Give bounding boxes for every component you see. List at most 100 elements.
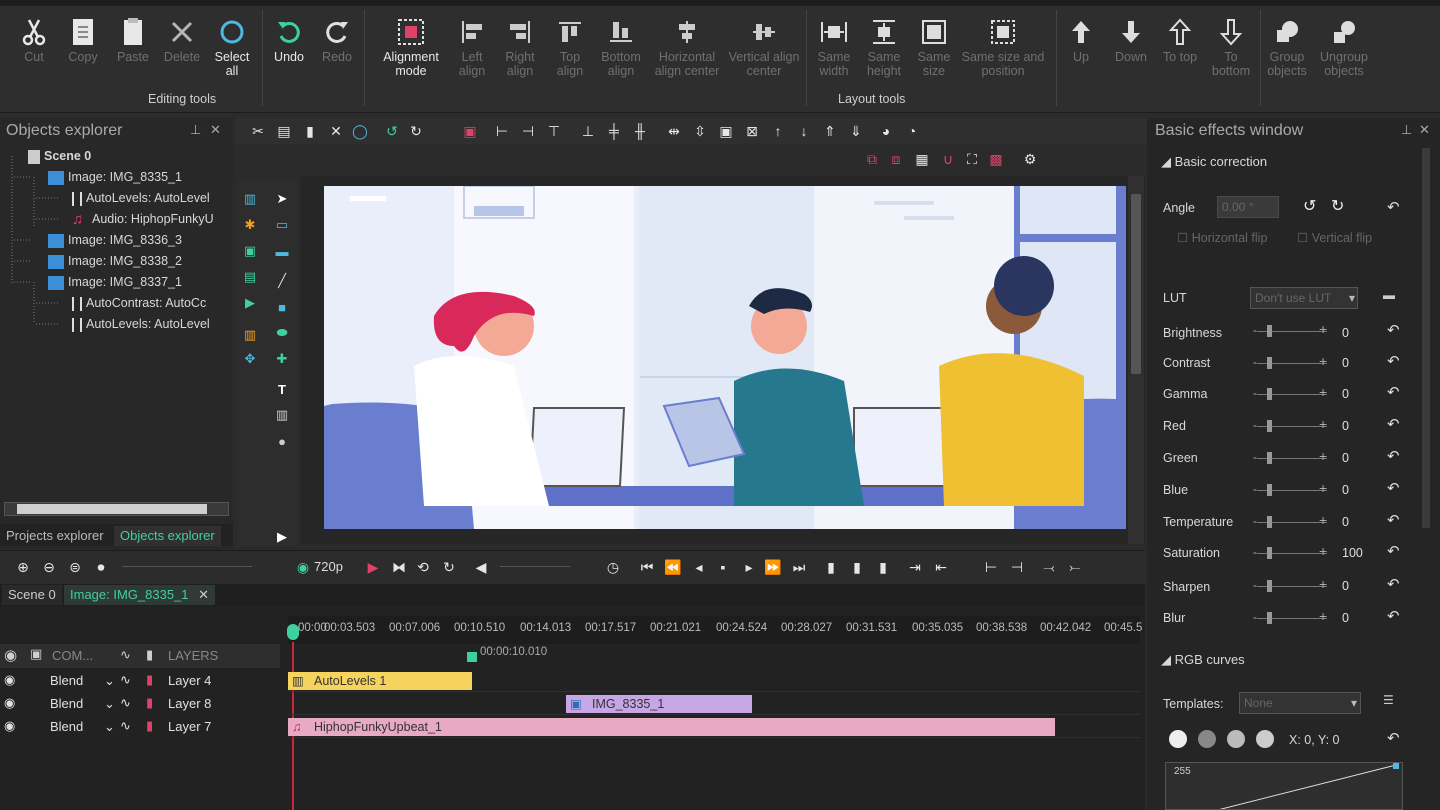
angle-input[interactable]: 0.00 ° <box>1217 196 1279 218</box>
resolution-select[interactable]: 720p <box>314 559 343 574</box>
canvas-vertical-scrollbar[interactable] <box>1128 176 1144 544</box>
audio-wave-icon[interactable]: ∿ <box>120 718 131 734</box>
reset-icon[interactable]: ↶ <box>1387 479 1400 497</box>
select-all-icon[interactable]: ◯ <box>351 122 369 140</box>
tree-node-effect[interactable]: AutoContrast: AutoCc <box>72 293 232 313</box>
grid-icon[interactable]: ▦ <box>913 150 931 168</box>
effects-scrollbar[interactable] <box>1422 148 1430 528</box>
mark-icon[interactable]: ⧓ <box>390 558 408 576</box>
play-icon[interactable]: ▸ <box>740 558 758 576</box>
same-size-icon[interactable]: ▣ <box>717 122 735 140</box>
subtitle-icon[interactable]: ▬ <box>273 242 291 260</box>
video-tool-icon[interactable]: ▤ <box>241 268 259 286</box>
alignment-mode-icon[interactable]: ▣ <box>461 122 479 140</box>
curve-channel-green[interactable] <box>1227 730 1245 748</box>
undo-icon[interactable]: ↺ <box>383 122 401 140</box>
audio-wave-icon[interactable]: ∿ <box>120 672 131 688</box>
select-all-button[interactable]: Select all <box>208 14 256 78</box>
lut-select[interactable]: Don't use LUT ▾ <box>1250 287 1358 309</box>
templates-select[interactable]: None ▾ <box>1239 692 1361 714</box>
expand-icon[interactable]: ▶ <box>273 528 291 546</box>
color-marker-icon[interactable]: ▮ <box>146 672 153 688</box>
lock-icon[interactable]: ▣ <box>30 646 42 662</box>
tab-scene-0[interactable]: Scene 0 <box>2 585 62 605</box>
to-bottom-icon[interactable]: ⇓ <box>847 122 865 140</box>
image-clip[interactable]: ▣ IMG_8335_1 <box>566 695 752 713</box>
layer-row[interactable]: ◉ Blend ⌄ ∿ ▮ Layer 7 <box>0 716 280 738</box>
tree-node-image[interactable]: Image: IMG_8337_1 <box>48 272 182 292</box>
tree-node-image[interactable]: Image: IMG_8338_2 <box>48 251 182 271</box>
left-align-button[interactable]: Left align <box>452 14 492 78</box>
to-top-icon[interactable]: ⇑ <box>821 122 839 140</box>
reset-icon[interactable]: ↶ <box>1387 383 1400 401</box>
tree-node-scene[interactable]: Scene 0 <box>28 146 91 166</box>
same-size-button[interactable]: Same size <box>912 14 956 78</box>
arrow-down-icon[interactable]: ↓ <box>795 122 813 140</box>
slideshow-icon[interactable]: ▶ <box>241 294 259 312</box>
audio-wave-icon[interactable]: ∿ <box>120 647 131 663</box>
counter-icon[interactable]: ▥ <box>273 406 291 424</box>
record-icon[interactable]: ⏺ <box>92 558 110 576</box>
color-marker-icon[interactable]: ▮ <box>146 718 153 734</box>
audio-chart-icon[interactable]: ▥ <box>241 326 259 344</box>
stop-icon[interactable]: ▪ <box>714 558 732 576</box>
delete-button[interactable]: Delete <box>160 14 204 64</box>
audio-wave-icon[interactable]: ∿ <box>120 695 131 711</box>
brightness-slider[interactable]: - + <box>1253 321 1341 341</box>
vertical-flip-checkbox[interactable]: ☐ Vertical flip <box>1297 228 1372 248</box>
blend-mode-select[interactable]: Blend <box>50 696 83 711</box>
snap-left-icon[interactable]: ⤙ <box>1040 558 1058 576</box>
tree-node-audio[interactable]: ♫ Audio: HiphopFunkyU <box>72 209 232 229</box>
same-size-and-position-button[interactable]: Same size and position <box>958 14 1048 78</box>
top-align-icon[interactable]: ⊤ <box>545 122 563 140</box>
vertical-align-center-button[interactable]: Vertical align center <box>726 14 802 78</box>
cut-icon[interactable]: ✂ <box>249 122 267 140</box>
tree-node-image[interactable]: Image: IMG_8336_3 <box>48 230 182 250</box>
move-icon[interactable]: ✥ <box>241 350 259 368</box>
copy-icon[interactable]: ▤ <box>275 122 293 140</box>
close-icon[interactable]: ✕ <box>210 122 221 138</box>
rotate-left-icon[interactable]: ↺ <box>1303 196 1316 216</box>
folder-icon[interactable]: ▬ <box>1383 288 1395 302</box>
marker-icon[interactable]: ⇤ <box>932 558 950 576</box>
clock-icon[interactable]: ◷ <box>604 558 622 576</box>
to-bottom-button[interactable]: To bottom <box>1208 14 1254 78</box>
alignment-mode-button[interactable]: Alignment mode <box>374 14 448 78</box>
same-height-button[interactable]: Same height <box>862 14 906 78</box>
paste-button[interactable]: Paste <box>112 14 154 64</box>
autolevels-clip[interactable]: ▥ AutoLevels 1 <box>288 672 472 690</box>
fast-forward-icon[interactable]: ⏩ <box>764 558 782 576</box>
same-width-icon[interactable]: ⇹ <box>665 122 683 140</box>
tree-node-effect[interactable]: AutoLevels: AutoLevel <box>72 188 232 208</box>
layer-row[interactable]: ◉ Blend ⌄ ∿ ▮ Layer 4 <box>0 670 280 692</box>
horizontal-flip-checkbox[interactable]: ☐ Horizontal flip <box>1177 228 1267 248</box>
curve-channel-blue[interactable] <box>1256 730 1274 748</box>
same-size-position-icon[interactable]: ⊠ <box>743 122 761 140</box>
close-icon[interactable]: ✕ <box>198 587 209 602</box>
reset-icon[interactable]: ↶ <box>1387 729 1400 747</box>
basic-correction-section[interactable]: ◢ Basic correction <box>1161 152 1267 172</box>
blend-mode-select[interactable]: Blend <box>50 719 83 734</box>
rewind-icon[interactable]: ⏪ <box>664 558 682 576</box>
align-start-icon[interactable]: ⊢ <box>982 558 1000 576</box>
layer-row[interactable]: ◉ Blend ⌄ ∿ ▮ Layer 8 <box>0 693 280 715</box>
frame-icon[interactable]: ⧉ <box>863 150 881 168</box>
rgb-curve-editor[interactable]: 255 <box>1165 762 1403 810</box>
pin-icon[interactable]: ⊥ <box>1401 122 1412 138</box>
redo-icon[interactable]: ↻ <box>407 122 425 140</box>
pin-icon[interactable]: ⊥ <box>190 122 201 138</box>
blend-mode-select[interactable]: Blend <box>50 673 83 688</box>
split-icon[interactable]: ▮ <box>822 558 840 576</box>
reset-icon[interactable]: ↶ <box>1387 198 1400 216</box>
shape-icon[interactable]: ✚ <box>273 350 291 368</box>
blue-slider[interactable]: - + <box>1253 480 1341 500</box>
right-align-button[interactable]: Right align <box>500 14 540 78</box>
arrow-up-icon[interactable]: ↑ <box>769 122 787 140</box>
rectangle-icon[interactable]: ■ <box>273 298 291 316</box>
snap-right-icon[interactable]: ⤚ <box>1066 558 1084 576</box>
step-back-icon[interactable]: ◂ <box>690 558 708 576</box>
chart-icon[interactable]: ▥ <box>241 190 259 208</box>
reset-icon[interactable]: ↶ <box>1387 321 1400 339</box>
bottom-align-button[interactable]: Bottom align <box>598 14 644 78</box>
trim-icon[interactable]: ▮ <box>848 558 866 576</box>
